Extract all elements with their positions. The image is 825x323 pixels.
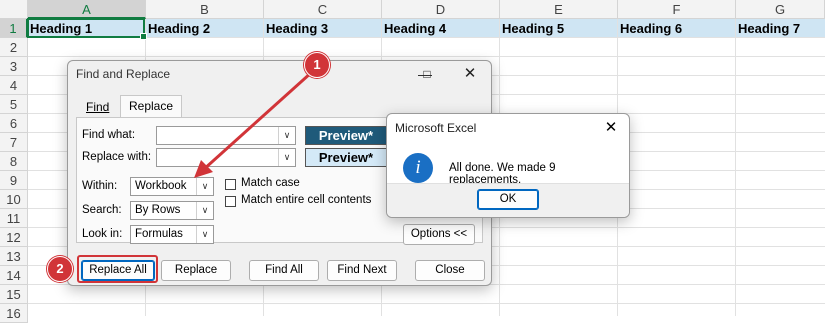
maximize-icon[interactable]: □ (412, 63, 442, 85)
row-header-13[interactable]: 13 (0, 247, 28, 266)
chevron-down-icon[interactable]: ∨ (196, 226, 213, 243)
search-select[interactable]: By Rows ∨ (130, 201, 214, 220)
step-1-badge: 1 (304, 52, 330, 78)
column-header-e[interactable]: E (500, 0, 618, 19)
row-header-3[interactable]: 3 (0, 57, 28, 76)
message-box: Microsoft Excel ✕ i All done. We made 9 … (386, 113, 630, 218)
ok-button[interactable]: OK (477, 189, 539, 210)
row-header-14[interactable]: 14 (0, 266, 28, 285)
column-header-b[interactable]: B (146, 0, 264, 19)
column-header-g[interactable]: G (736, 0, 825, 19)
row-header-9[interactable]: 9 (0, 171, 28, 190)
cell-e1[interactable]: Heading 5 (500, 19, 564, 38)
find-all-button[interactable]: Find All (249, 260, 319, 281)
replace-button[interactable]: Replace (161, 260, 231, 281)
row-header-16[interactable]: 16 (0, 304, 28, 323)
gridline (735, 19, 736, 316)
replace-with-label: Replace with: (82, 151, 152, 163)
column-header-f[interactable]: F (618, 0, 736, 19)
look-in-label: Look in: (82, 228, 123, 240)
match-case-checkbox[interactable] (225, 179, 236, 190)
within-select[interactable]: Workbook ∨ (130, 177, 214, 196)
search-value: By Rows (135, 204, 181, 216)
column-header-a[interactable]: A (28, 0, 146, 19)
dialog-title: Find and Replace (76, 67, 171, 81)
row-header-11[interactable]: 11 (0, 209, 28, 228)
find-next-button[interactable]: Find Next (327, 260, 397, 281)
within-label: Within: (82, 180, 118, 192)
tab-find-label: Find (86, 100, 110, 114)
message-box-title: Microsoft Excel (395, 121, 477, 135)
chevron-down-icon[interactable]: ∨ (196, 202, 213, 219)
chevron-down-icon[interactable]: ∨ (278, 127, 295, 144)
cell-g1[interactable]: Heading 7 (736, 19, 800, 38)
find-what-input[interactable]: ∨ (156, 126, 296, 145)
step-2-badge: 2 (47, 256, 73, 282)
cell-b1[interactable]: Heading 2 (146, 19, 210, 38)
tab-find[interactable]: Find (78, 97, 117, 117)
close-icon[interactable]: ✕ (455, 63, 485, 85)
replace-all-highlight (77, 255, 158, 283)
options-button[interactable]: Options << (403, 224, 475, 245)
match-entire-checkbox[interactable] (225, 196, 236, 207)
cell-c1[interactable]: Heading 3 (264, 19, 328, 38)
find-preview-button[interactable]: Preview* (305, 126, 387, 145)
replace-with-input[interactable]: ∨ (156, 148, 296, 167)
gridline (28, 303, 825, 304)
look-in-select[interactable]: Formulas ∨ (130, 225, 214, 244)
chevron-down-icon[interactable]: ∨ (278, 149, 295, 166)
tab-replace[interactable]: Replace (120, 95, 183, 118)
search-label: Search: (82, 204, 122, 216)
column-header-row: A B C D E F G (0, 0, 825, 19)
cell-f1[interactable]: Heading 6 (618, 19, 682, 38)
replace-preview-button[interactable]: Preview* (305, 148, 387, 167)
row-header-1[interactable]: 1 (0, 19, 28, 38)
match-case-label: Match case (241, 177, 300, 189)
chevron-down-icon[interactable]: ∨ (196, 178, 213, 195)
message-box-footer: OK (387, 183, 629, 217)
within-value: Workbook (135, 180, 187, 192)
row-header-15[interactable]: 15 (0, 285, 28, 304)
tab-replace-label: Replace (129, 99, 174, 113)
select-all-corner[interactable] (0, 0, 28, 19)
gridline (28, 56, 825, 57)
row-header-8[interactable]: 8 (0, 152, 28, 171)
row-header-4[interactable]: 4 (0, 76, 28, 95)
column-header-d[interactable]: D (382, 0, 500, 19)
info-icon: i (403, 153, 433, 183)
row-header-6[interactable]: 6 (0, 114, 28, 133)
row-header-10[interactable]: 10 (0, 190, 28, 209)
active-cell-border (27, 18, 147, 40)
find-what-label: Find what: (82, 129, 136, 141)
row-header-5[interactable]: 5 (0, 95, 28, 114)
row-header-7[interactable]: 7 (0, 133, 28, 152)
column-header-c[interactable]: C (264, 0, 382, 19)
row-header-2[interactable]: 2 (0, 38, 28, 57)
close-button[interactable]: Close (415, 260, 485, 281)
look-in-value: Formulas (135, 228, 183, 240)
cell-d1[interactable]: Heading 4 (382, 19, 446, 38)
match-entire-label: Match entire cell contents (241, 194, 372, 206)
row-header-12[interactable]: 12 (0, 228, 28, 247)
close-icon[interactable]: ✕ (599, 117, 623, 139)
